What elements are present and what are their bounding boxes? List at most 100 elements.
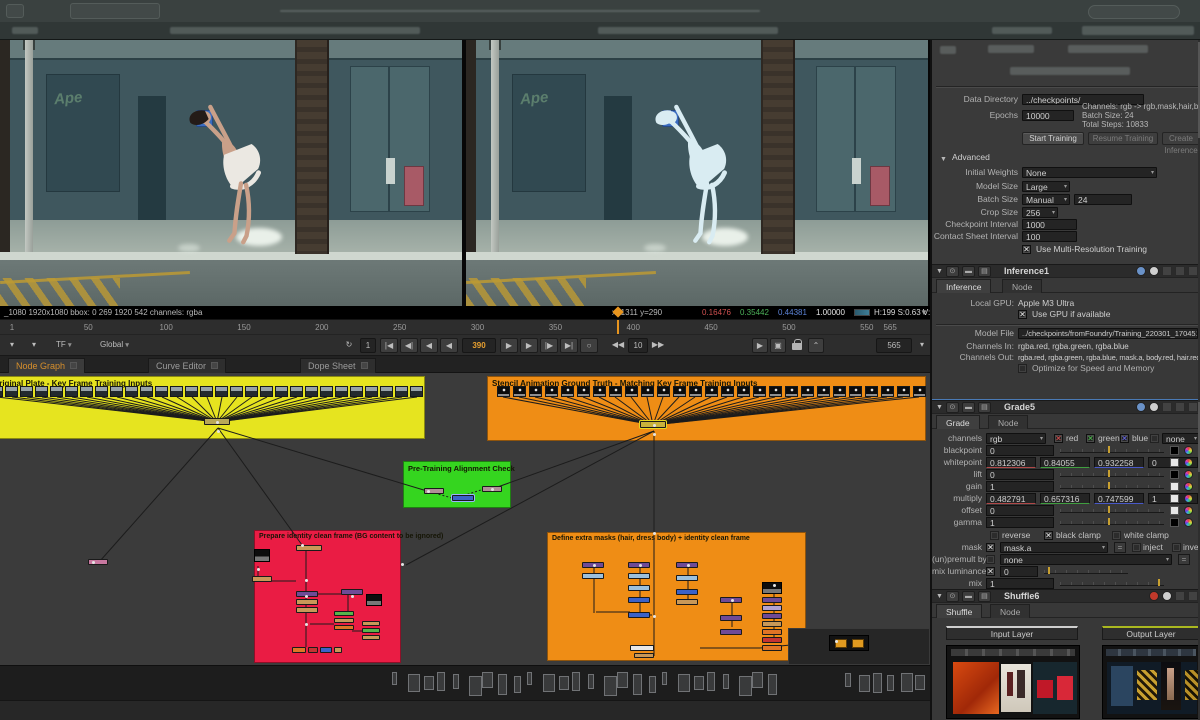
film-thumb[interactable]: [320, 386, 333, 397]
collapse-triangle-icon[interactable]: ▼: [940, 154, 947, 165]
grade-value-field[interactable]: 0.657316: [1040, 493, 1090, 504]
chevron-down-icon[interactable]: ▼: [920, 306, 928, 319]
contact-sheet-interval-field[interactable]: 100: [1022, 231, 1077, 242]
none-channel-checkbox[interactable]: [1150, 434, 1159, 443]
mix-luminance-checkbox[interactable]: [986, 567, 995, 576]
minimize-icon[interactable]: [1175, 266, 1185, 276]
grade-value-field[interactable]: 0: [986, 469, 1054, 480]
curves-icon[interactable]: ▤: [978, 402, 991, 413]
mix-luminance-slider[interactable]: [1044, 569, 1128, 574]
toolbar-channel-selector[interactable]: [70, 3, 160, 19]
film-thumb[interactable]: [529, 386, 542, 397]
color-wheel-icon[interactable]: [1184, 506, 1193, 515]
tab-curve-editor[interactable]: Curve Editor: [148, 358, 226, 373]
center-node-icon[interactable]: ⊙: [946, 402, 959, 413]
graph-node[interactable]: [676, 575, 698, 581]
node-color-icon[interactable]: ▬: [962, 266, 975, 277]
grade-slider[interactable]: [1060, 520, 1164, 525]
color-wheel-icon[interactable]: [1184, 494, 1193, 503]
film-thumb[interactable]: [5, 386, 18, 397]
mask-channel-dropdown[interactable]: mask.a▾: [1000, 542, 1108, 553]
film-thumb[interactable]: [395, 386, 408, 397]
film-thumb[interactable]: [769, 386, 782, 397]
go-to-start-button[interactable]: |◀: [380, 338, 398, 353]
swatch-button[interactable]: [1170, 446, 1179, 455]
film-thumb[interactable]: [737, 386, 750, 397]
use-gpu-checkbox[interactable]: [1018, 310, 1027, 319]
film-thumb[interactable]: [721, 386, 734, 397]
swatch-button[interactable]: [1170, 470, 1179, 479]
channels-dropdown[interactable]: rgb▾: [986, 433, 1046, 444]
frame-range-button[interactable]: ▣: [770, 338, 786, 353]
lock-range-icon[interactable]: [792, 343, 802, 350]
collapse-triangle-icon[interactable]: ▼: [936, 268, 943, 275]
graph-node[interactable]: [362, 621, 380, 626]
close-icon[interactable]: [361, 362, 368, 369]
film-thumb[interactable]: [753, 386, 766, 397]
center-node-icon[interactable]: ⊙: [946, 266, 959, 277]
film-thumb[interactable]: [20, 386, 33, 397]
film-thumb[interactable]: [200, 386, 213, 397]
color-wheel-icon[interactable]: [1184, 446, 1193, 455]
multires-checkbox[interactable]: [1022, 245, 1031, 254]
frame-out-field[interactable]: 565: [876, 338, 912, 353]
graph-node[interactable]: [762, 605, 782, 611]
step-back-button[interactable]: ◀: [420, 338, 438, 353]
close-panel-icon[interactable]: [1188, 402, 1198, 412]
help-icon[interactable]: [1149, 266, 1159, 276]
float-panel-icon[interactable]: [1162, 402, 1172, 412]
red-channel-checkbox[interactable]: [1054, 434, 1063, 443]
checkpoint-interval-field[interactable]: 1000: [1022, 219, 1077, 230]
black-clamp-checkbox[interactable]: [1044, 531, 1053, 540]
graph-node[interactable]: [676, 599, 698, 605]
film-thumb[interactable]: [641, 386, 654, 397]
graph-node[interactable]: [676, 589, 698, 595]
tab-node[interactable]: Node: [990, 604, 1030, 618]
film-thumb[interactable]: [865, 386, 878, 397]
graph-node[interactable]: [362, 635, 380, 640]
film-thumb[interactable]: [897, 386, 910, 397]
viewer-image-matte[interactable]: Ape P: [466, 40, 928, 306]
curves-icon[interactable]: ▤: [978, 591, 991, 602]
node-color-icon[interactable]: ▬: [962, 591, 975, 602]
graph-node[interactable]: [582, 573, 604, 579]
graph-node[interactable]: [628, 597, 650, 603]
playback-mode-button[interactable]: ▶: [752, 338, 768, 353]
film-thumb[interactable]: [275, 386, 288, 397]
film-thumb[interactable]: [593, 386, 606, 397]
grade-value-field[interactable]: 0: [986, 445, 1054, 456]
minimize-icon[interactable]: [1188, 591, 1198, 601]
tab-inference[interactable]: Inference: [936, 279, 991, 293]
graph-node[interactable]: [762, 645, 782, 651]
loop-mode-button[interactable]: ↻: [342, 338, 356, 353]
collapse-triangle-icon[interactable]: ▼: [936, 593, 943, 600]
film-thumb[interactable]: [290, 386, 303, 397]
graph-node[interactable]: [320, 647, 332, 653]
film-thumb[interactable]: [561, 386, 574, 397]
increment-forward-button[interactable]: ▶▶: [650, 338, 666, 353]
revert-icon[interactable]: [1136, 266, 1146, 276]
tab-node[interactable]: Node: [1002, 279, 1042, 293]
mask-op-button[interactable]: =: [1114, 542, 1126, 553]
graph-node[interactable]: [762, 597, 782, 603]
film-thumb[interactable]: [245, 386, 258, 397]
thumbnail-node[interactable]: [829, 635, 869, 651]
go-to-end-button[interactable]: ▶|: [560, 338, 578, 353]
white-clamp-checkbox[interactable]: [1112, 531, 1121, 540]
graph-node[interactable]: [88, 559, 108, 565]
grade-value-field[interactable]: 1: [986, 481, 1054, 492]
collapse-triangle-icon[interactable]: ▼: [936, 404, 943, 411]
tab-shuffle[interactable]: Shuffle: [936, 604, 982, 618]
initial-weights-dropdown[interactable]: None▾: [1022, 167, 1157, 178]
film-thumb[interactable]: [155, 386, 168, 397]
swatch-button[interactable]: [1170, 518, 1179, 527]
swatch-button[interactable]: [1170, 506, 1179, 515]
thumbnail-node[interactable]: [762, 582, 782, 594]
color-wheel-icon[interactable]: [1184, 518, 1193, 527]
input-layer-header[interactable]: Input Layer: [946, 626, 1078, 640]
close-icon[interactable]: [70, 362, 77, 369]
inject-checkbox[interactable]: [1132, 543, 1141, 552]
create-inference-button[interactable]: Create Inference: [1162, 132, 1200, 145]
swatch-button[interactable]: [1170, 482, 1179, 491]
thumbnail-node[interactable]: [254, 549, 270, 562]
